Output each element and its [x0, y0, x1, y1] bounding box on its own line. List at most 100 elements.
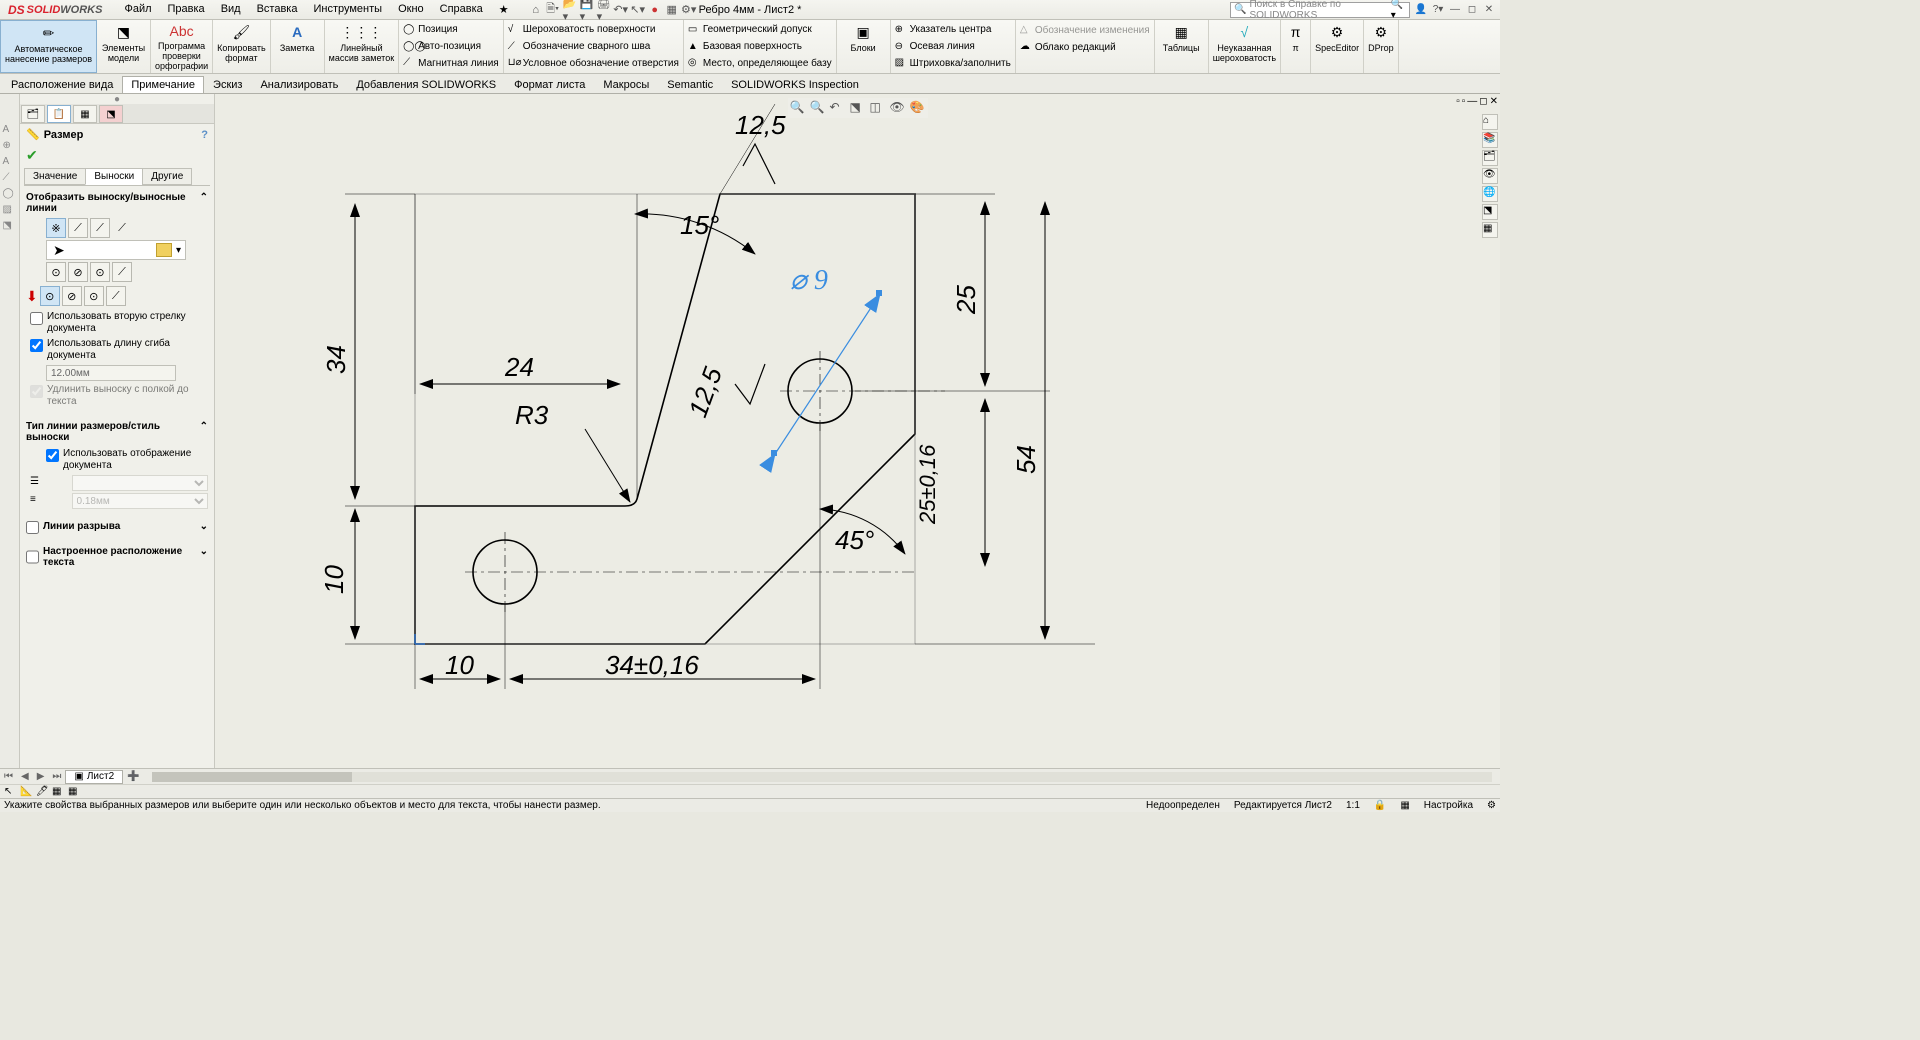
bend-length-field[interactable]	[46, 365, 176, 381]
dim-34tol[interactable]: 34±0,16	[605, 650, 699, 680]
tab-annotation[interactable]: Примечание	[122, 76, 204, 93]
sheet-prev-icon[interactable]: ◀	[17, 771, 33, 782]
add-sheet-icon[interactable]: ➕	[123, 771, 143, 782]
menu-file[interactable]: Файл	[118, 1, 157, 18]
btn-dim-4[interactable]: ⟋	[106, 286, 126, 306]
horizontal-scrollbar[interactable]	[152, 772, 1492, 782]
btn-surface-roughness[interactable]: √Шероховатость поверхности	[508, 22, 679, 38]
section-display-leader-head[interactable]: Отобразить выноску/выносные линии⌃	[26, 190, 208, 216]
dim-24[interactable]: 24	[504, 352, 534, 382]
panel-help-icon[interactable]: ?	[201, 129, 208, 141]
chk-use-doc-display[interactable]: Использовать отображение документа	[46, 448, 204, 472]
print-icon[interactable]: 🖨▾	[597, 3, 611, 17]
qb-icon[interactable]: 📐	[20, 786, 32, 798]
section-custom-head[interactable]: Настроенное расположение текста ⌄	[26, 544, 208, 570]
ptab-config[interactable]: ▦	[73, 105, 97, 123]
lt-icon[interactable]: ◯	[3, 188, 17, 202]
status-customize[interactable]: Настройка	[1424, 800, 1473, 811]
options-icon[interactable]: ▦	[665, 3, 679, 17]
status-scale[interactable]: 1:1	[1346, 800, 1360, 811]
btn-arc-1[interactable]: ⊙	[46, 262, 66, 282]
menu-insert[interactable]: Вставка	[251, 1, 304, 18]
home-icon[interactable]: ⌂	[529, 3, 543, 17]
arrow-style-select[interactable]: ➤ ▾	[46, 240, 186, 260]
dim-rough-slant[interactable]: 12,5	[682, 363, 728, 421]
btn-hatch[interactable]: ▨Штриховка/заполнить	[895, 55, 1011, 71]
btn-blocks[interactable]: ▣ Блоки	[837, 20, 891, 73]
new-icon[interactable]: 🗎▾	[546, 3, 560, 17]
btn-magnetic-line[interactable]: ⟋Магнитная линия	[403, 55, 499, 71]
menu-help[interactable]: Справка	[434, 1, 489, 18]
tab-sheet-format[interactable]: Формат листа	[505, 76, 594, 93]
dim-dia9[interactable]: ⌀ 9	[790, 265, 828, 296]
btn-datum-target[interactable]: ◎Место, определяющее базу	[688, 55, 832, 71]
settings-icon[interactable]: ⚙▾	[682, 3, 696, 17]
tab-inspection[interactable]: SOLIDWORKS Inspection	[722, 76, 868, 93]
help-search[interactable]: 🔍 Поиск в Справке по SOLIDWORKS 🔍▾	[1230, 2, 1410, 18]
ptab-dimxpert[interactable]: ⬔	[99, 105, 123, 123]
chk-custom-text[interactable]	[26, 546, 39, 568]
sheet-first-icon[interactable]: ⏮	[0, 771, 17, 782]
btn-geo-tolerance[interactable]: ▭Геометрический допуск	[688, 22, 832, 38]
btn-dim-3[interactable]: ⊙	[84, 286, 104, 306]
select-icon[interactable]: ↖▾	[631, 3, 645, 17]
menu-window[interactable]: Окно	[392, 1, 430, 18]
btn-leader-4[interactable]: ⟋	[112, 218, 132, 238]
btn-revision-cloud[interactable]: ☁Облако редакций	[1020, 39, 1150, 55]
undo-icon[interactable]: ↶▾	[614, 3, 628, 17]
chk-extend-leader[interactable]: Удлинить выноску с полкой до текста	[30, 384, 204, 408]
user-icon[interactable]: 👤	[1414, 4, 1428, 15]
btn-arc-4[interactable]: ⟋	[112, 262, 132, 282]
btn-weld-symbol[interactable]: ⟋Обозначение сварного шва	[508, 39, 679, 55]
btn-model-items[interactable]: ⬔ Элементы модели	[97, 20, 151, 73]
lt-icon[interactable]: ▨	[3, 204, 17, 218]
btn-auto-dimension[interactable]: ✏ Автоматическое нанесение размеров	[0, 20, 97, 73]
rebuild-icon[interactable]: ●	[648, 3, 662, 17]
lt-icon[interactable]: A	[3, 124, 17, 138]
lt-icon[interactable]: ⟋	[3, 172, 17, 186]
btn-unspec-roughness[interactable]: √ Неуказанная шероховатость	[1209, 20, 1281, 73]
btn-leader-1[interactable]: ※	[46, 218, 66, 238]
tab-evaluate[interactable]: Анализировать	[251, 76, 347, 93]
btn-note[interactable]: A Заметка	[271, 20, 325, 73]
btn-hole-callout[interactable]: ⊔⌀Условное обозначение отверстия	[508, 55, 679, 71]
btn-copy-format[interactable]: 🖌 Копировать формат	[213, 20, 270, 73]
dim-25tol[interactable]: 25±0,16	[915, 444, 940, 525]
btn-leader-3[interactable]: ⟋	[90, 218, 110, 238]
qb-icon[interactable]: ▦	[52, 786, 64, 798]
tab-sw-addins[interactable]: Добавления SOLIDWORKS	[347, 76, 505, 93]
btn-center-mark[interactable]: ⊕Указатель центра	[895, 22, 1011, 38]
lt-icon[interactable]: ⬔	[3, 220, 17, 234]
maximize-icon[interactable]: ◻	[1465, 4, 1479, 15]
ptab-property-mgr[interactable]: 📋	[47, 105, 71, 123]
btn-dim-2[interactable]: ⊘	[62, 286, 82, 306]
tab-view-layout[interactable]: Расположение вида	[2, 76, 122, 93]
tab-sketch[interactable]: Эскиз	[204, 76, 251, 93]
lt-icon[interactable]: ⊕	[3, 140, 17, 154]
chk-second-arrow[interactable]: Использовать вторую стрелку документа	[30, 311, 204, 335]
tab-macros[interactable]: Макросы	[594, 76, 658, 93]
btn-dprop[interactable]: ⚙ DProp	[1364, 20, 1399, 73]
dim-angle-45[interactable]: 45°	[835, 525, 874, 555]
qb-icon[interactable]: ▦	[68, 786, 80, 798]
dim-10-bottom[interactable]: 10	[445, 650, 474, 680]
panel-dot[interactable]: ●	[20, 94, 214, 104]
chk-bend-length-box[interactable]	[30, 339, 43, 352]
btn-spec-editor[interactable]: ⚙ SpecEditor	[1311, 20, 1364, 73]
chk-break-lines[interactable]	[26, 521, 39, 534]
status-lock-icon[interactable]: 🔒	[1374, 800, 1386, 811]
dim-34[interactable]: 34	[321, 345, 351, 374]
qb-icon[interactable]: ↖	[4, 786, 16, 798]
subtab-value[interactable]: Значение	[24, 168, 86, 185]
btn-tt[interactable]: π π	[1281, 20, 1311, 73]
dim-angle-15[interactable]: 15°	[680, 210, 719, 240]
chk-second-arrow-box[interactable]	[30, 312, 43, 325]
btn-dim-1[interactable]: ⊙	[40, 286, 60, 306]
sheet-next-icon[interactable]: ▶	[33, 771, 49, 782]
btn-centerline[interactable]: ⊖Осевая линия	[895, 39, 1011, 55]
menu-search-icon[interactable]: ★	[493, 1, 515, 18]
minimize-icon[interactable]: —	[1448, 4, 1462, 15]
lineweight-select[interactable]: 0.18мм	[72, 493, 208, 509]
ok-button[interactable]: ✔	[20, 145, 214, 166]
dim-rough-top[interactable]: 12,5	[735, 110, 786, 140]
